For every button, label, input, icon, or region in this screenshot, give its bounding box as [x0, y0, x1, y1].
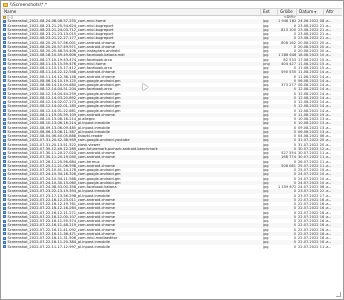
file-size: 0: [293, 244, 296, 249]
image-file-icon: [3, 104, 6, 108]
image-file-icon: [3, 240, 6, 244]
image-file-icon: [3, 41, 6, 45]
image-file-icon: [3, 36, 6, 40]
image-file-icon: [3, 24, 6, 28]
image-file-icon: [3, 228, 6, 232]
column-attr-label: Attr: [326, 9, 334, 14]
image-file-icon: [3, 185, 6, 189]
image-file-icon: [3, 66, 6, 70]
image-file-icon: [3, 181, 6, 185]
image-file-icon: [3, 130, 6, 134]
image-file-icon: [3, 19, 6, 23]
image-file-icon: [3, 160, 6, 164]
image-file-icon: [3, 138, 6, 142]
image-file-icon: [3, 58, 6, 62]
image-file-icon: [3, 45, 6, 49]
file-attr: -a--: [325, 244, 332, 249]
file-manager-window: \\Screenshots\*.* Name Ext Größe Datum▼ …: [0, 0, 344, 300]
image-file-icon: [3, 172, 6, 176]
image-file-icon: [3, 121, 6, 125]
image-file-icon: [3, 87, 6, 91]
image-file-icon: [3, 236, 6, 240]
image-file-icon: [3, 223, 6, 227]
sort-desc-icon: ▼: [314, 10, 317, 14]
image-file-icon: [3, 177, 6, 181]
image-file-icon: [3, 32, 6, 36]
image-file-icon: [3, 151, 6, 155]
image-file-icon: [3, 245, 6, 249]
image-file-icon: [3, 189, 6, 193]
image-file-icon: [3, 92, 6, 96]
image-file-icon: [3, 206, 6, 210]
image-file-icon: [3, 155, 6, 159]
image-file-icon: [3, 143, 6, 147]
image-file-icon: [3, 100, 6, 104]
column-date-label: Datum: [299, 9, 314, 14]
file-row[interactable]: Screenshot_2022-07-22-11-17-12-997_pl.in…: [2, 245, 342, 249]
image-file-icon: [3, 49, 6, 53]
image-file-icon: [3, 117, 6, 121]
file-ext: jpg: [263, 244, 269, 249]
image-file-icon: [3, 62, 6, 66]
file-list[interactable]: [..] <DIR> Screenshot_2022-08-24-08-06-5…: [2, 15, 342, 298]
image-file-icon: [3, 28, 6, 32]
parent-folder-icon: [3, 15, 6, 19]
folder-icon: [3, 3, 8, 7]
image-file-icon: [3, 198, 6, 202]
image-file-icon: [3, 113, 6, 117]
file-name: Screenshot_2022-07-22-11-17-12-997_pl.in…: [7, 244, 110, 249]
image-file-icon: [3, 194, 6, 198]
current-path: \\Screenshots\*.*: [10, 2, 48, 8]
image-file-icon: [3, 79, 6, 83]
image-file-icon: [3, 109, 6, 113]
image-file-icon: [3, 202, 6, 206]
file-name-cell: Screenshot_2022-07-22-11-17-12-997_pl.in…: [2, 245, 261, 249]
image-file-icon: [3, 164, 6, 168]
image-file-icon: [3, 168, 6, 172]
column-name-label: Name: [4, 9, 17, 14]
column-size-label: Größe: [280, 9, 293, 14]
image-file-icon: [3, 70, 6, 74]
image-file-icon: [3, 83, 6, 87]
image-file-icon: [3, 215, 6, 219]
image-file-icon: [3, 126, 6, 130]
resize-grip-icon[interactable]: [336, 292, 341, 297]
image-file-icon: [3, 219, 6, 223]
column-ext-label: Ext: [263, 9, 270, 14]
path-bar[interactable]: \\Screenshots\*.*: [2, 2, 342, 9]
image-file-icon: [3, 211, 6, 215]
image-file-icon: [3, 53, 6, 57]
image-file-icon: [3, 232, 6, 236]
image-file-icon: [3, 75, 6, 79]
image-file-icon: [3, 96, 6, 100]
image-file-icon: [3, 147, 6, 151]
image-file-icon: [3, 134, 6, 138]
file-date: 22.07.2022 11:17: [298, 244, 324, 249]
